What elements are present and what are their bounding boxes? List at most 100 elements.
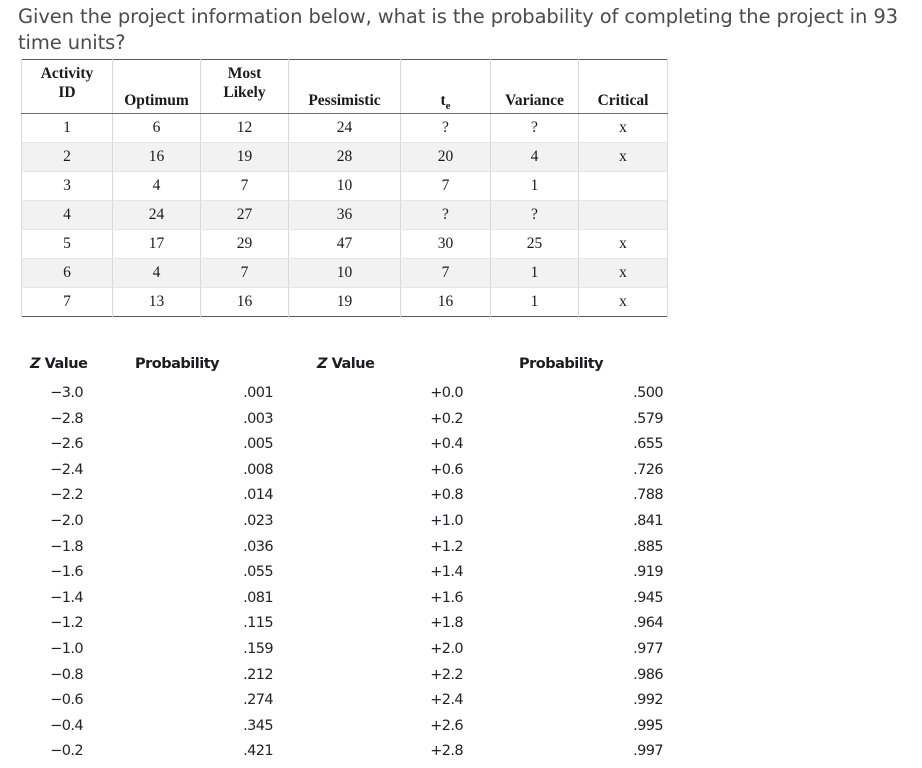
- cell-z-value-positive: +2.2: [430, 666, 463, 683]
- cell-z-value-negative: −0.4: [50, 717, 83, 734]
- cell-activity-id: 3: [21, 171, 113, 201]
- column-header-optimum: Optimum: [112, 59, 201, 114]
- cell-variance: 1: [490, 287, 579, 317]
- cell-optimum: 16: [112, 142, 201, 172]
- cell-most-likely: 19: [200, 142, 289, 172]
- cell-probability-positive: .986: [633, 666, 663, 683]
- cell-z-value-negative: −2.6: [50, 436, 83, 453]
- cell-variance: ?: [490, 113, 579, 143]
- cell-z-value-positive: +0.8: [430, 487, 463, 504]
- cell-probability-positive: .500: [633, 385, 663, 401]
- cell-z-value-negative: −2.4: [50, 461, 83, 478]
- header-most-likely-line2: Likely: [223, 84, 266, 101]
- cell-pessimistic: 28: [288, 142, 401, 172]
- cell-activity-id: 4: [21, 200, 113, 230]
- cell-most-likely: 29: [200, 229, 289, 259]
- cell-pessimistic: 10: [288, 171, 401, 201]
- cell-probability-negative: .345: [243, 717, 273, 734]
- cell-z-value-negative: −2.2: [50, 487, 83, 504]
- z-value-left-label: Value: [44, 356, 88, 372]
- cell-most-likely: 12: [200, 113, 289, 143]
- z-table-body: −3.0 .001 +0.0 .500 −2.8 .003 +0.2 .579 −2.6 .005…: [8, 381, 922, 765]
- cell-z-value-negative: −3.0: [50, 385, 83, 401]
- activity-table: Activity ID Optimum Most Likely Pessimis…: [21, 59, 668, 317]
- table-row: 3 4 7 10 7 1: [21, 171, 668, 201]
- cell-z-value-positive: +2.0: [430, 640, 463, 657]
- column-header-most-likely: Most Likely: [200, 59, 289, 114]
- cell-z-value-positive: +2.6: [430, 717, 463, 734]
- cell-activity-id: 2: [21, 142, 113, 172]
- cell-critical: x: [578, 142, 668, 172]
- table-row: 4 24 27 36??: [21, 200, 668, 230]
- cell-variance: 1: [490, 258, 579, 288]
- cell-te: 16: [400, 287, 491, 317]
- table-row: 1 6 12 24?? x: [21, 113, 668, 143]
- header-activity-line1: Activity: [40, 65, 94, 82]
- cell-critical: x: [578, 113, 668, 143]
- cell-te: 20: [400, 142, 491, 172]
- table-row: 5 17 29 47 30 25 x: [21, 229, 668, 259]
- cell-z-value-positive: +1.0: [430, 512, 463, 529]
- cell-critical: [578, 171, 668, 201]
- cell-z-value-negative: −1.8: [50, 538, 83, 555]
- column-header-critical: Critical: [578, 59, 668, 114]
- cell-probability-negative: .159: [243, 640, 273, 657]
- cell-z-value-negative: −1.6: [50, 564, 83, 581]
- cell-z-value-positive: +0.4: [430, 436, 463, 453]
- table-row: 2 16 19 28 20 4 x: [21, 142, 668, 172]
- column-header-probability-left: Probability: [135, 356, 220, 372]
- cell-probability-negative: .001: [243, 385, 273, 401]
- cell-te: 7: [400, 171, 491, 201]
- cell-critical: x: [578, 258, 668, 288]
- cell-probability-negative: .036: [243, 538, 273, 555]
- cell-probability-positive: .945: [633, 589, 663, 606]
- column-header-te: te: [400, 59, 491, 114]
- cell-probability-negative: .115: [243, 615, 273, 632]
- table-row: 6 4 7 10 7 1 x: [21, 258, 668, 288]
- cell-probability-positive: .919: [633, 564, 663, 581]
- cell-activity-id: 5: [21, 229, 113, 259]
- table-header-row: Activity ID Optimum Most Likely Pessimis…: [21, 59, 668, 114]
- cell-optimum: 24: [112, 200, 201, 230]
- cell-probability-negative: .003: [243, 410, 273, 427]
- cell-z-value-negative: −0.2: [50, 743, 83, 760]
- cell-probability-negative: .008: [243, 461, 273, 478]
- cell-optimum: 13: [112, 287, 201, 317]
- cell-optimum: 17: [112, 229, 201, 259]
- header-activity-line2: ID: [58, 84, 76, 101]
- cell-probability-negative: .421: [243, 743, 273, 760]
- cell-optimum: 6: [112, 113, 201, 143]
- cell-most-likely: 27: [200, 200, 289, 230]
- z-probability-table: Z Value Probability Z Value Probability …: [0, 355, 922, 765]
- cell-probability-negative: .274: [243, 692, 273, 709]
- question-text: Given the project information below, wha…: [18, 5, 898, 54]
- cell-variance: 25: [490, 229, 579, 259]
- cell-variance: 4: [490, 142, 579, 172]
- cell-z-value-positive: +2.4: [430, 692, 463, 709]
- cell-variance: 1: [490, 171, 579, 201]
- table-row: 7 13 16 19 16 1 x: [21, 287, 668, 317]
- cell-probability-negative: .212: [243, 666, 273, 683]
- cell-z-value-positive: +0.6: [430, 461, 463, 478]
- activity-table-container: Activity ID Optimum Most Likely Pessimis…: [21, 59, 668, 317]
- cell-z-value-negative: −1.2: [50, 615, 83, 632]
- cell-probability-positive: .995: [633, 717, 663, 734]
- activity-table-header: Activity ID Optimum Most Likely Pessimis…: [21, 59, 668, 114]
- cell-probability-positive: .964: [633, 615, 663, 632]
- cell-probability-positive: .997: [633, 743, 663, 760]
- cell-pessimistic: 10: [288, 258, 401, 288]
- cell-probability-positive: .885: [633, 538, 663, 555]
- column-header-probability-right: Probability: [519, 356, 604, 372]
- header-most-likely-line1: Most: [227, 65, 262, 82]
- cell-pessimistic: 47: [288, 229, 401, 259]
- cell-z-value-positive: +2.8: [430, 743, 463, 760]
- cell-activity-id: 6: [21, 258, 113, 288]
- cell-te: 30: [400, 229, 491, 259]
- cell-z-value-negative: −2.0: [50, 512, 83, 529]
- cell-pessimistic: 24: [288, 113, 401, 143]
- cell-most-likely: 7: [200, 258, 289, 288]
- cell-probability-positive: .977: [633, 640, 663, 657]
- cell-z-value-negative: −2.8: [50, 410, 83, 427]
- cell-z-value-positive: +0.0: [430, 385, 463, 401]
- cell-most-likely: 7: [200, 171, 289, 201]
